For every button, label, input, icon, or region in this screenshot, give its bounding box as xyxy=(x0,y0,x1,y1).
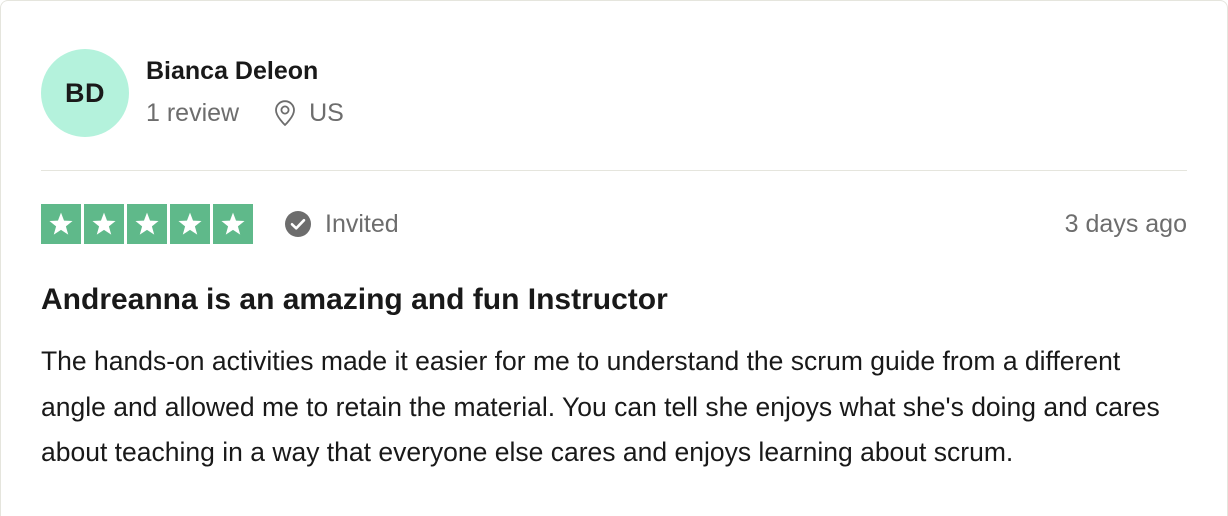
star-icon xyxy=(170,204,210,244)
star-rating xyxy=(41,204,253,244)
location-pin-icon xyxy=(273,99,297,127)
avatar[interactable]: BD xyxy=(41,49,129,137)
star-icon xyxy=(41,204,81,244)
invited-label[interactable]: Invited xyxy=(284,210,399,239)
country-code: US xyxy=(309,99,344,127)
star-icon xyxy=(213,204,253,244)
consumer-name[interactable]: Bianca Deleon xyxy=(146,56,344,86)
review-title[interactable]: Andreanna is an amazing and fun Instruct… xyxy=(41,281,1187,319)
consumer-info: BD Bianca Deleon 1 review US xyxy=(41,49,344,139)
rating-row: Invited 3 days ago xyxy=(41,204,1187,244)
star-icon xyxy=(84,204,124,244)
check-circle-icon xyxy=(284,210,312,238)
consumer-location: US xyxy=(273,98,344,128)
review-body: The hands-on activities made it easier f… xyxy=(41,346,1160,467)
review-count: 1 review xyxy=(146,99,240,127)
review-date: 3 days ago xyxy=(1064,209,1187,238)
invited-text: Invited xyxy=(325,209,399,238)
divider xyxy=(41,170,1187,171)
review-card: BD Bianca Deleon 1 review US Invited 3 d… xyxy=(0,0,1228,516)
star-icon xyxy=(127,204,167,244)
consumer-details: Bianca Deleon 1 review US xyxy=(146,49,344,128)
consumer-meta: 1 review US xyxy=(146,98,344,128)
